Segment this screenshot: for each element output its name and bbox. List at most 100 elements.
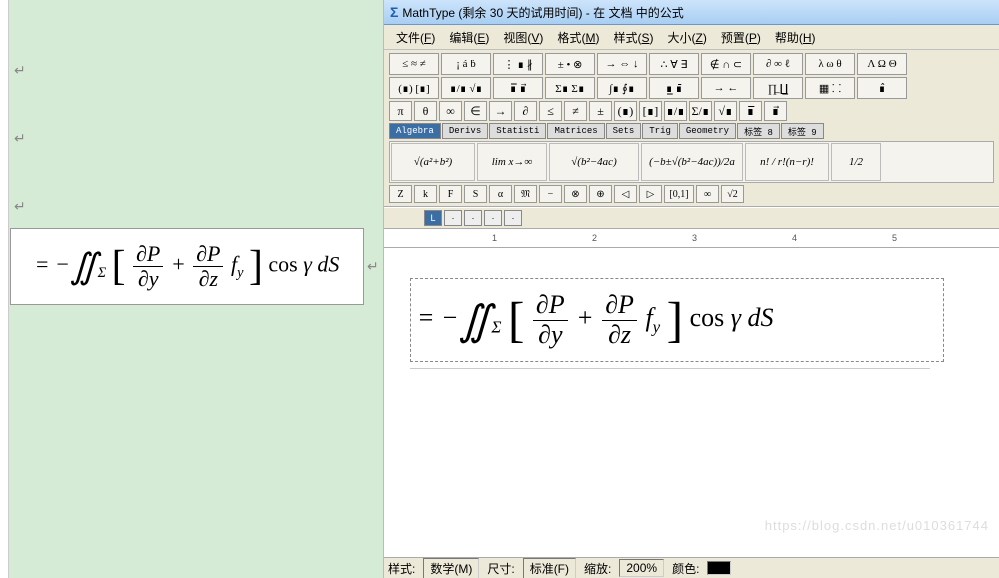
mini-k[interactable]: k <box>414 185 437 203</box>
tmpl-quadratic[interactable]: (−b±√(b²−4ac))/2a <box>641 143 743 181</box>
palette-integrals[interactable]: ∫∎ ∮∎ <box>597 77 647 99</box>
sym-bar[interactable]: ∎̅ <box>739 101 762 121</box>
tab-stop-dot1[interactable]: · <box>444 210 462 226</box>
tab-stop-dot2[interactable]: · <box>464 210 482 226</box>
tab-geometry[interactable]: Geometry <box>679 123 736 139</box>
ruler-tick-3: 3 <box>692 233 697 243</box>
sym-theta[interactable]: θ <box>414 101 437 121</box>
tmpl-combination[interactable]: n! / r!(n−r)! <box>745 143 829 181</box>
sym-leq[interactable]: ≤ <box>539 101 562 121</box>
tmpl-pythag[interactable]: √(a²+b²) <box>391 143 475 181</box>
palette-underover[interactable]: ∎̲ ∎̄ <box>649 77 699 99</box>
mini-otimes[interactable]: ⊗ <box>564 185 587 203</box>
palette-matrices[interactable]: ▦ ⸬ <box>805 77 855 99</box>
mini-fraktur-M[interactable]: 𝔐 <box>514 185 537 203</box>
palette-greek-lower[interactable]: λ ω θ <box>805 53 855 75</box>
sym-frac[interactable]: ∎/∎ <box>664 101 687 121</box>
tab-8[interactable]: 标签 8 <box>737 123 780 139</box>
palette-hats[interactable]: ∎̂ <box>857 77 907 99</box>
menu-format[interactable]: 格式(M) <box>551 28 605 47</box>
equation-rendered: = −∬Σ [ ∂P∂y + ∂P∂z fy ] cos γ dS <box>35 242 340 291</box>
editor-canvas[interactable]: = −∬Σ [ ∂P∂y + ∂P∂z fy ] cos γ dS https:… <box>384 248 999 557</box>
paragraph-mark: ↵ <box>14 198 26 215</box>
menu-style[interactable]: 样式(S) <box>607 28 659 47</box>
ruler-tick-2: 2 <box>592 233 597 243</box>
equation-editing-box[interactable]: = −∬Σ [ ∂P∂y + ∂P∂z fy ] cos γ dS <box>410 278 944 362</box>
menu-edit[interactable]: 编辑(E) <box>443 28 495 47</box>
palette-sets[interactable]: ∉ ∩ ⊂ <box>701 53 751 75</box>
tmpl-discriminant[interactable]: √(b²−4ac) <box>549 143 639 181</box>
mini-sqrt2[interactable]: √2 <box>721 185 744 203</box>
mini-oplus[interactable]: ⊕ <box>589 185 612 203</box>
palette-overbar[interactable]: ∎̅ ∎⃗ <box>493 77 543 99</box>
sym-infty[interactable]: ∞ <box>439 101 462 121</box>
mini-infty[interactable]: ∞ <box>696 185 719 203</box>
sym-sumfrac[interactable]: Σ/∎ <box>689 101 712 121</box>
tab-sets[interactable]: Sets <box>606 123 642 139</box>
tab-stop-dot4[interactable]: · <box>504 210 522 226</box>
palette-accents[interactable]: ¡ á ḃ <box>441 53 491 75</box>
menu-file[interactable]: 文件(F) <box>390 28 441 47</box>
tab-algebra[interactable]: Algebra <box>389 123 441 139</box>
sym-pi[interactable]: π <box>389 101 412 121</box>
status-style-value[interactable]: 数学(M) <box>423 558 479 578</box>
mathtype-window: Σ MathType (剩余 30 天的试用时间) - 在 文档 中的公式 文件… <box>384 0 999 578</box>
title-bar[interactable]: Σ MathType (剩余 30 天的试用时间) - 在 文档 中的公式 <box>384 0 999 25</box>
palette-products[interactable]: ∏̲ ∐̲ <box>753 77 803 99</box>
palette-relations[interactable]: ≤ ≈ ≠ <box>389 53 439 75</box>
mini-Z[interactable]: Z <box>389 185 412 203</box>
menu-help[interactable]: 帮助(H) <box>769 28 822 47</box>
app-icon: Σ <box>390 4 398 20</box>
palette-fences[interactable]: (∎) [∎] <box>389 77 439 99</box>
sym-vec[interactable]: ∎⃗ <box>764 101 787 121</box>
tab-statistics[interactable]: Statisti <box>489 123 546 139</box>
tmpl-limit[interactable]: lim x→∞ <box>477 143 547 181</box>
status-color-swatch[interactable] <box>707 561 731 575</box>
status-size-label: 尺寸: <box>487 560 514 577</box>
palette-sums[interactable]: Σ∎ Σ∎ <box>545 77 595 99</box>
mini-tri-left[interactable]: ◁ <box>614 185 637 203</box>
palette-fracroot[interactable]: ∎/∎ √∎ <box>441 77 491 99</box>
mini-S[interactable]: S <box>464 185 487 203</box>
template-row: √(a²+b²) lim x→∞ √(b²−4ac) (−b±√(b²−4ac)… <box>389 141 994 183</box>
palette-row-1: ≤ ≈ ≠ ¡ á ḃ ⋮ ∎ ∦ ± • ⊗ → ⇔ ↓ ∴ ∀ ∃ ∉ ∩ … <box>389 53 994 75</box>
status-size-value[interactable]: 标准(F) <box>523 558 576 578</box>
sym-in[interactable]: ∈ <box>464 101 487 121</box>
sym-sqrt[interactable]: √∎ <box>714 101 737 121</box>
mini-minus[interactable]: − <box>539 185 562 203</box>
mini-symbol-row: Z k F S α 𝔐 − ⊗ ⊕ ◁ ▷ [0,1] ∞ √2 <box>389 185 994 203</box>
palette-greek-upper[interactable]: Λ Ω Θ <box>857 53 907 75</box>
mini-interval[interactable]: [0,1] <box>664 185 694 203</box>
status-zoom-value[interactable]: 200% <box>619 559 664 577</box>
palette-labeled-arrows[interactable]: → ← <box>701 77 751 99</box>
sym-neq[interactable]: ≠ <box>564 101 587 121</box>
embedded-equation-object[interactable]: = −∬Σ [ ∂P∂y + ∂P∂z fy ] cos γ dS <box>10 228 364 305</box>
tab-trig[interactable]: Trig <box>642 123 678 139</box>
sym-arrow[interactable]: → <box>489 101 512 121</box>
menu-prefs[interactable]: 预置(P) <box>715 28 767 47</box>
menu-bar: 文件(F) 编辑(E) 视图(V) 格式(M) 样式(S) 大小(Z) 预置(P… <box>384 25 999 50</box>
sym-paren[interactable]: (∎) <box>614 101 637 121</box>
palette-misc[interactable]: ∂ ∞ ℓ <box>753 53 803 75</box>
category-tabs: Algebra Derivs Statisti Matrices Sets Tr… <box>389 123 994 139</box>
palette-logic[interactable]: ∴ ∀ ∃ <box>649 53 699 75</box>
palette-arrows[interactable]: → ⇔ ↓ <box>597 53 647 75</box>
mini-alpha[interactable]: α <box>489 185 512 203</box>
tab-derivs[interactable]: Derivs <box>442 123 488 139</box>
ruler-tick-4: 4 <box>792 233 797 243</box>
sym-partial[interactable]: ∂ <box>514 101 537 121</box>
tab-matrices[interactable]: Matrices <box>547 123 604 139</box>
tmpl-half[interactable]: 1/2 <box>831 143 881 181</box>
palette-dots[interactable]: ⋮ ∎ ∦ <box>493 53 543 75</box>
ruler[interactable]: 1 2 3 4 5 <box>384 229 999 248</box>
sym-pm[interactable]: ± <box>589 101 612 121</box>
menu-size[interactable]: 大小(Z) <box>661 28 712 47</box>
tab-stop-dot3[interactable]: · <box>484 210 502 226</box>
tab-9[interactable]: 标签 9 <box>781 123 824 139</box>
menu-view[interactable]: 视图(V) <box>497 28 549 47</box>
palette-operators[interactable]: ± • ⊗ <box>545 53 595 75</box>
mini-tri-right[interactable]: ▷ <box>639 185 662 203</box>
sym-bracket[interactable]: [∎] <box>639 101 662 121</box>
mini-F[interactable]: F <box>439 185 462 203</box>
tab-stop-left[interactable]: L <box>424 210 442 226</box>
